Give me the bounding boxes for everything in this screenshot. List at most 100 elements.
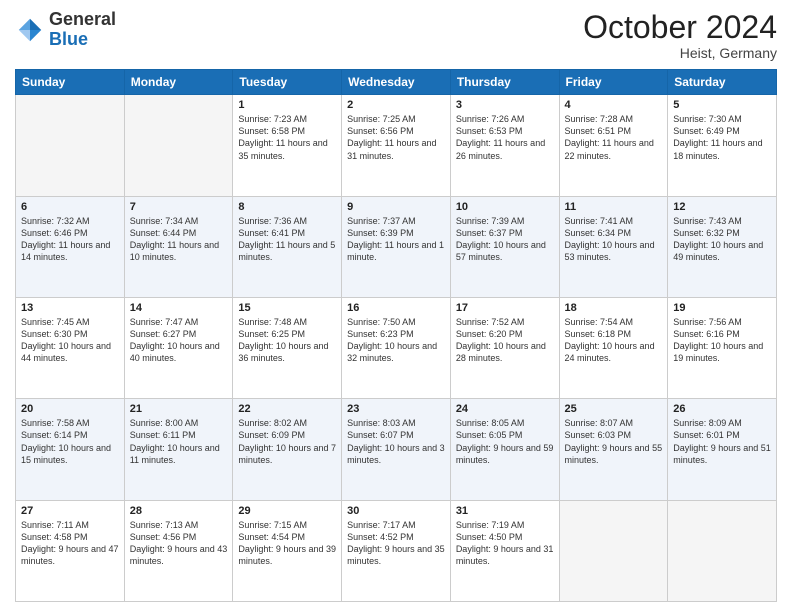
logo-general: General [49,9,116,29]
sunrise-label: Sunrise: 7:47 AM [130,317,199,327]
calendar-cell [668,500,777,601]
sunrise-label: Sunrise: 7:39 AM [456,216,525,226]
calendar-week-row: 6Sunrise: 7:32 AMSunset: 6:46 PMDaylight… [16,196,777,297]
calendar-cell: 15Sunrise: 7:48 AMSunset: 6:25 PMDayligh… [233,297,342,398]
day-number: 7 [130,201,228,213]
calendar-cell: 17 Sunrise: 7:52 AMSunset: 6:20 PMDayligh… [450,297,559,398]
day-number: 20 [21,403,119,415]
daylight-label: Daylight: 10 hours and 11 minutes. [130,443,220,465]
day-info: Sunrise: 7:39 AMSunset: 6:37 PMDaylight:… [456,215,554,264]
day-number: 1 [238,99,336,111]
day-number: 12 [673,201,771,213]
day-info: Sunrise: 7:37 AMSunset: 6:39 PMDaylight:… [347,215,445,264]
day-info: Sunrise: 7:48 AMSunset: 6:25 PMDaylight:… [238,316,336,365]
title-block: October 2024 Heist, Germany [583,10,777,61]
day-info: Sunrise: 7:13 AMSunset: 4:56 PMDaylight:… [130,519,228,568]
sunrise-label: Sunrise: 7:26 AM [456,114,525,124]
day-number: 17 [456,302,554,314]
sunset-label: Sunset: 4:52 PM [347,532,414,542]
day-info: Sunrise: 7:34 AMSunset: 6:44 PMDaylight:… [130,215,228,264]
calendar-week-row: 20Sunrise: 7:58 AMSunset: 6:14 PMDayligh… [16,399,777,500]
daylight-label: Daylight: 10 hours and 24 minutes. [565,341,655,363]
day-number: 24 [456,403,554,415]
calendar-week-row: 13Sunrise: 7:45 AMSunset: 6:30 PMDayligh… [16,297,777,398]
day-info: Sunrise: 8:05 AMSunset: 6:05 PMDaylight:… [456,417,554,466]
daylight-label: Daylight: 10 hours and 44 minutes. [21,341,111,363]
daylight-label: Daylight: 11 hours and 22 minutes. [565,138,654,160]
sunrise-label: Sunrise: 7:36 AM [238,216,307,226]
calendar-cell: 11Sunrise: 7:41 AMSunset: 6:34 PMDayligh… [559,196,668,297]
daylight-label: Daylight: 10 hours and 36 minutes. [238,341,328,363]
day-number: 30 [347,505,445,517]
daylight-label: Daylight: 9 hours and 59 minutes. [456,443,554,465]
day-number: 11 [565,201,663,213]
daylight-label: Daylight: 11 hours and 31 minutes. [347,138,436,160]
calendar-cell: 21Sunrise: 8:00 AMSunset: 6:11 PMDayligh… [124,399,233,500]
calendar-cell: 24 Sunrise: 8:05 AMSunset: 6:05 PMDayligh… [450,399,559,500]
day-info: Sunrise: 7:28 AMSunset: 6:51 PMDaylight:… [565,113,663,162]
calendar-cell: 20Sunrise: 7:58 AMSunset: 6:14 PMDayligh… [16,399,125,500]
calendar-cell: 28Sunrise: 7:13 AMSunset: 4:56 PMDayligh… [124,500,233,601]
sunset-label: Sunset: 6:09 PM [238,430,305,440]
day-header-friday: Friday [559,70,668,95]
day-number: 4 [565,99,663,111]
calendar-cell: 19Sunrise: 7:56 AMSunset: 6:16 PMDayligh… [668,297,777,398]
sunset-label: Sunset: 6:16 PM [673,329,740,339]
day-number: 18 [565,302,663,314]
sunrise-label: Sunrise: 8:00 AM [130,418,199,428]
day-header-sunday: Sunday [16,70,125,95]
day-info: Sunrise: 7:15 AMSunset: 4:54 PMDaylight:… [238,519,336,568]
day-number: 13 [21,302,119,314]
sunset-label: Sunset: 6:51 PM [565,126,632,136]
sunset-label: Sunset: 6:11 PM [130,430,196,440]
sunrise-label: Sunrise: 7:48 AM [238,317,307,327]
sunset-label: Sunset: 4:54 PM [238,532,305,542]
day-header-tuesday: Tuesday [233,70,342,95]
day-info: Sunrise: 8:07 AMSunset: 6:03 PMDaylight:… [565,417,663,466]
sunrise-label: Sunrise: 7:34 AM [130,216,199,226]
day-info: Sunrise: 7:52 AMSunset: 6:20 PMDaylight:… [456,316,554,365]
day-number: 14 [130,302,228,314]
sunset-label: Sunset: 4:58 PM [21,532,88,542]
sunset-label: Sunset: 6:53 PM [456,126,523,136]
sunrise-label: Sunrise: 7:58 AM [21,418,90,428]
daylight-label: Daylight: 10 hours and 7 minutes. [238,443,336,465]
day-info: Sunrise: 8:03 AMSunset: 6:07 PMDaylight:… [347,417,445,466]
sunset-label: Sunset: 6:56 PM [347,126,414,136]
sunrise-label: Sunrise: 7:54 AM [565,317,634,327]
daylight-label: Daylight: 10 hours and 40 minutes. [130,341,220,363]
day-number: 6 [21,201,119,213]
location: Heist, Germany [583,45,777,61]
sunset-label: Sunset: 6:44 PM [130,228,197,238]
daylight-label: Daylight: 9 hours and 31 minutes. [456,544,554,566]
day-info: Sunrise: 7:56 AMSunset: 6:16 PMDaylight:… [673,316,771,365]
calendar-cell: 6Sunrise: 7:32 AMSunset: 6:46 PMDaylight… [16,196,125,297]
calendar-cell [124,95,233,196]
daylight-label: Daylight: 9 hours and 35 minutes. [347,544,445,566]
day-number: 31 [456,505,554,517]
calendar-cell: 22Sunrise: 8:02 AMSunset: 6:09 PMDayligh… [233,399,342,500]
sunrise-label: Sunrise: 7:52 AM [456,317,525,327]
logo-blue: Blue [49,29,88,49]
daylight-label: Daylight: 9 hours and 43 minutes. [130,544,228,566]
sunset-label: Sunset: 6:23 PM [347,329,414,339]
day-info: Sunrise: 7:47 AMSunset: 6:27 PMDaylight:… [130,316,228,365]
day-info: Sunrise: 7:26 AMSunset: 6:53 PMDaylight:… [456,113,554,162]
daylight-label: Daylight: 10 hours and 57 minutes. [456,240,546,262]
day-header-thursday: Thursday [450,70,559,95]
day-info: Sunrise: 7:23 AMSunset: 6:58 PMDaylight:… [238,113,336,162]
logo-text: General Blue [49,10,116,50]
day-info: Sunrise: 7:19 AMSunset: 4:50 PMDaylight:… [456,519,554,568]
calendar-cell: 7Sunrise: 7:34 AMSunset: 6:44 PMDaylight… [124,196,233,297]
daylight-label: Daylight: 10 hours and 19 minutes. [673,341,763,363]
day-info: Sunrise: 8:02 AMSunset: 6:09 PMDaylight:… [238,417,336,466]
sunrise-label: Sunrise: 7:19 AM [456,520,525,530]
sunset-label: Sunset: 6:01 PM [673,430,740,440]
sunrise-label: Sunrise: 7:45 AM [21,317,90,327]
sunset-label: Sunset: 6:32 PM [673,228,740,238]
calendar-table: SundayMondayTuesdayWednesdayThursdayFrid… [15,69,777,602]
sunrise-label: Sunrise: 7:37 AM [347,216,416,226]
daylight-label: Daylight: 9 hours and 47 minutes. [21,544,119,566]
day-number: 25 [565,403,663,415]
sunset-label: Sunset: 6:07 PM [347,430,414,440]
